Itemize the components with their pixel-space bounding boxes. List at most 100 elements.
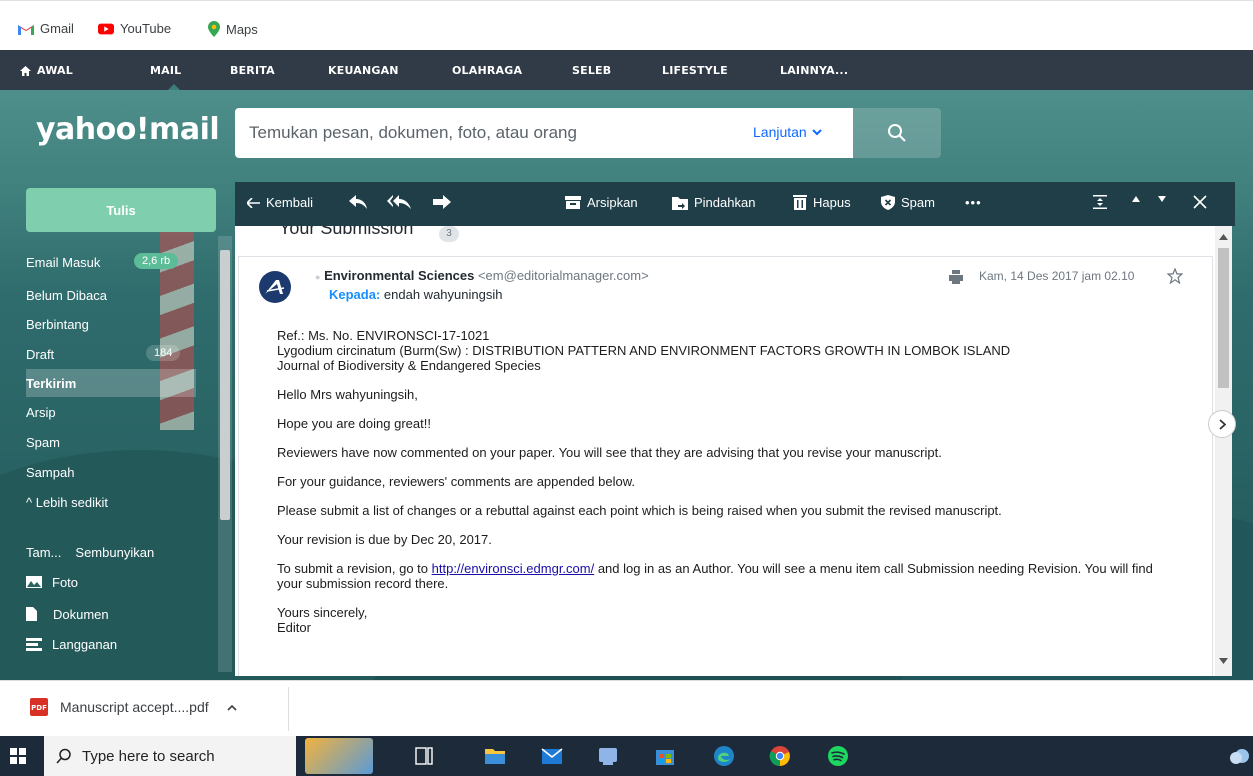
sidebar-item-trash[interactable]: Sampah	[26, 458, 196, 486]
scroll-down-icon[interactable]	[1219, 658, 1228, 664]
edge-icon[interactable]	[712, 744, 736, 768]
yahoo-mail-logo[interactable]: yahoo!mail	[36, 112, 220, 147]
download-item[interactable]: PDF Manuscript accept....pdf	[30, 698, 237, 716]
sidebar-scroll-thumb[interactable]	[220, 250, 230, 520]
delete-label: Hapus	[813, 195, 851, 210]
sidebar-item-sent[interactable]: Terkirim	[26, 369, 196, 397]
gov-app-icon[interactable]	[596, 744, 620, 768]
conversation-title: Your Submission	[279, 226, 414, 238]
reply-all-button[interactable]	[387, 195, 411, 209]
reply-button[interactable]	[349, 195, 367, 209]
nav-seleb[interactable]: SELEB	[572, 64, 611, 77]
nav-berita[interactable]: BERITA	[230, 64, 275, 77]
bookmark-youtube[interactable]: YouTube	[98, 21, 171, 36]
reply-icon	[349, 195, 367, 209]
sidebar-item-starred[interactable]: Berbintang	[26, 310, 196, 338]
arrow-left-icon	[247, 197, 260, 208]
nav-keuangan[interactable]: KEUANGAN	[328, 64, 399, 77]
recipient-name[interactable]: endah wahyuningsih	[384, 287, 503, 302]
news-widget-icon[interactable]	[305, 738, 373, 774]
sender-avatar[interactable]	[259, 271, 291, 303]
weather-icon[interactable]	[1228, 744, 1252, 768]
star-icon[interactable]	[1167, 268, 1183, 284]
message-scroll-thumb[interactable]	[1218, 248, 1229, 388]
search-input[interactable]	[249, 123, 729, 143]
greeting: Hello Mrs wahyuningsih,	[277, 387, 418, 402]
task-view-icon[interactable]	[415, 747, 433, 765]
forward-button[interactable]	[433, 195, 451, 209]
to-label: Kepada:	[329, 287, 381, 302]
sidebar-item-label: Langganan	[52, 636, 118, 652]
photo-icon	[26, 576, 42, 588]
sidebar-item-archive[interactable]: Arsip	[26, 398, 196, 426]
message-pane: Your Submission 3 ● Environmental Scienc…	[235, 226, 1215, 676]
show-less-toggle[interactable]: ^ Lebih sedikit	[26, 488, 196, 516]
scroll-up-icon[interactable]	[1219, 234, 1228, 240]
search-icon	[56, 748, 71, 764]
bookmark-gmail[interactable]: Gmail	[18, 21, 74, 36]
chevron-up-icon[interactable]	[227, 704, 237, 711]
more-actions-button[interactable]: •••	[965, 195, 982, 210]
sidebar-item-documents[interactable]: Dokumen	[26, 600, 196, 628]
advanced-search-button[interactable]: Lanjutan	[753, 124, 822, 140]
folder-move-icon	[672, 196, 688, 210]
archive-label: Arsipkan	[587, 195, 638, 210]
ref-line: Ref.: Ms. No. ENVIRONSCI-17-1021	[277, 328, 490, 343]
archive-icon	[565, 196, 581, 209]
sidebar-scrollbar[interactable]	[218, 236, 232, 672]
draft-count-badge: 184	[146, 345, 181, 361]
taskbar-search[interactable]: Type here to search	[44, 736, 296, 776]
previous-message-button[interactable]	[1131, 195, 1141, 203]
sidebar-item-inbox[interactable]: Email Masuk 2,6 rb	[26, 248, 196, 276]
move-label: Pindahkan	[694, 195, 756, 210]
body-paragraph: Hope you are doing great!!	[277, 416, 431, 431]
due-date-paragraph: Your revision is due by Dec 20, 2017.	[277, 532, 492, 547]
sender-name[interactable]: Environmental Sciences	[324, 268, 474, 283]
delete-button[interactable]: Hapus	[793, 195, 851, 210]
nav-mail[interactable]: MAIL	[150, 64, 181, 77]
conversation-count: 3	[439, 226, 459, 242]
sidebar-item-drafts[interactable]: Draft 184	[26, 340, 196, 368]
nav-lifestyle[interactable]: LIFESTYLE	[662, 64, 728, 77]
body-paragraph: Reviewers have now commented on your pap…	[277, 445, 942, 460]
nav-olahraga[interactable]: OLAHRAGA	[452, 64, 522, 77]
windows-start-icon[interactable]	[10, 748, 26, 764]
sidebar-item-photos[interactable]: Foto	[26, 568, 196, 596]
store-icon[interactable]	[653, 744, 677, 768]
bookmark-maps[interactable]: Maps	[208, 21, 258, 37]
file-explorer-icon[interactable]	[483, 744, 507, 768]
bookmark-label: Gmail	[40, 21, 74, 36]
mail-app-icon[interactable]	[540, 744, 564, 768]
spotify-icon[interactable]	[826, 744, 850, 768]
spam-button[interactable]: Spam	[881, 195, 935, 210]
home-icon	[20, 65, 31, 76]
download-filename: Manuscript accept....pdf	[60, 699, 209, 715]
views-header-label: Tam...	[26, 544, 62, 560]
svg-text:PDF: PDF	[31, 704, 47, 712]
shield-icon	[881, 195, 895, 210]
sidebar-item-subscriptions[interactable]: Langganan	[26, 630, 196, 658]
next-conversation-button[interactable]	[1208, 410, 1236, 438]
sidebar-item-label: Email Masuk	[26, 254, 101, 270]
sidebar-item-spam[interactable]: Spam	[26, 428, 196, 456]
nav-home[interactable]: AWAL	[20, 64, 73, 77]
print-icon[interactable]	[949, 270, 963, 284]
chrome-icon[interactable]	[768, 744, 792, 768]
nav-more[interactable]: LAINNYA...	[780, 64, 848, 77]
close-message-button[interactable]	[1193, 195, 1207, 209]
subscription-icon	[26, 637, 42, 651]
download-bar: PDF Manuscript accept....pdf	[0, 680, 1253, 736]
compose-button[interactable]: Tulis	[26, 188, 216, 232]
back-button[interactable]: Kembali	[247, 195, 313, 210]
archive-button[interactable]: Arsipkan	[565, 195, 638, 210]
sidebar-item-unread[interactable]: Belum Dibaca	[26, 281, 196, 309]
message-scrollbar[interactable]	[1215, 226, 1232, 676]
submission-link[interactable]: http://environsci.edmgr.com/	[432, 561, 595, 576]
expand-all-button[interactable]	[1093, 195, 1107, 209]
next-message-button[interactable]	[1157, 195, 1167, 203]
hide-views-link[interactable]: Sembunyikan	[75, 545, 154, 560]
search-button[interactable]	[853, 108, 941, 158]
move-button[interactable]: Pindahkan	[672, 195, 755, 210]
spam-label: Spam	[901, 195, 935, 210]
sender-email[interactable]: <em@editorialmanager.com>	[478, 268, 649, 283]
